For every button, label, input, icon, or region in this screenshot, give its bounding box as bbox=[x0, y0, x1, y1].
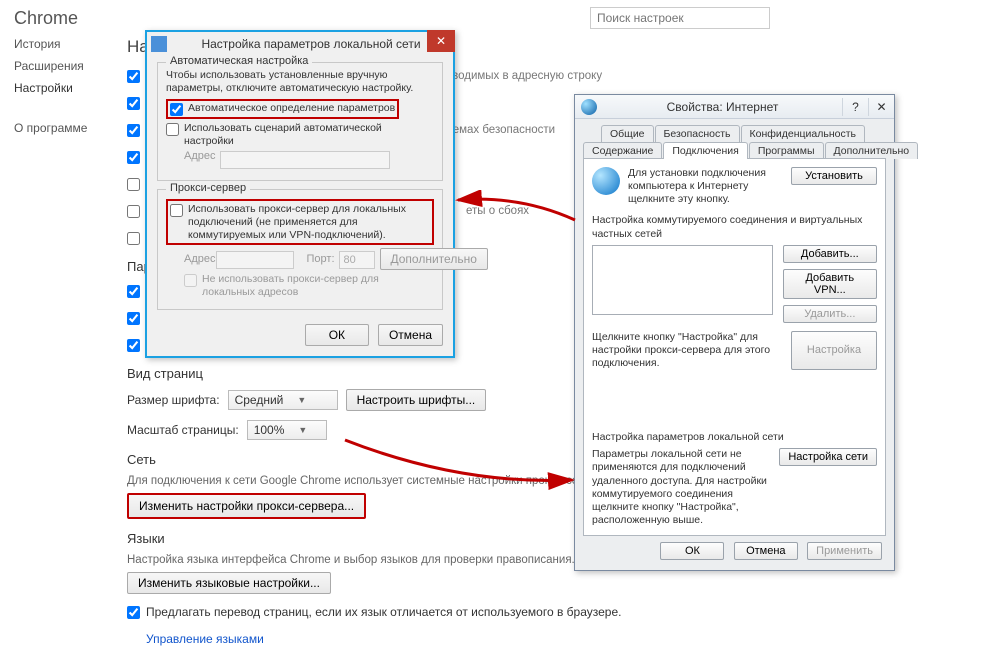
nav-extensions[interactable]: Расширения bbox=[14, 59, 109, 73]
lan-title: Настройка параметров локальной сети bbox=[173, 37, 449, 51]
port-label: Порт: bbox=[307, 253, 335, 265]
nav-settings[interactable]: Настройки bbox=[14, 81, 109, 95]
config-button: Настройка bbox=[791, 331, 877, 370]
cancel-button[interactable]: Отмена bbox=[378, 324, 443, 346]
connections-listbox[interactable] bbox=[592, 245, 773, 315]
add-vpn-button[interactable]: Добавить VPN... bbox=[783, 269, 877, 299]
dialup-label: Настройка коммутируемого соединения и ви… bbox=[592, 214, 877, 240]
chrome-nav: История Расширения Настройки О программе bbox=[14, 37, 109, 657]
cancel-button[interactable]: Отмена bbox=[734, 542, 798, 560]
proxy-addr-input bbox=[216, 251, 294, 269]
globe-icon bbox=[581, 99, 597, 115]
connections-page: Для установки подключения компьютера к И… bbox=[583, 158, 886, 536]
bypass-local-label: Не использовать прокси-сервер для локаль… bbox=[202, 273, 434, 298]
use-script-cb[interactable] bbox=[166, 123, 179, 136]
tab-general[interactable]: Общие bbox=[601, 125, 654, 142]
offer-translate-cb[interactable] bbox=[127, 606, 140, 619]
chevron-down-icon: ▼ bbox=[298, 425, 307, 435]
close-icon: ✕ bbox=[876, 100, 886, 114]
use-script-label: Использовать сценарий автоматической нас… bbox=[184, 122, 434, 147]
search-input[interactable] bbox=[590, 7, 770, 29]
zoom-select[interactable]: 100%▼ bbox=[247, 420, 327, 440]
opt-cb-2[interactable] bbox=[127, 97, 140, 110]
opt-cb-1[interactable] bbox=[127, 70, 140, 83]
tab-privacy[interactable]: Конфиденциальность bbox=[741, 125, 866, 142]
bypass-local-cb bbox=[184, 274, 197, 287]
opt-cb-4[interactable] bbox=[127, 151, 140, 164]
pw-cb-2[interactable] bbox=[127, 312, 140, 325]
network-icon bbox=[151, 36, 167, 52]
tab-security[interactable]: Безопасность bbox=[655, 125, 740, 142]
close-button[interactable]: ✕ bbox=[427, 30, 455, 52]
auto-legend: Автоматическая настройка bbox=[166, 55, 312, 67]
hint-crash: еты о сбоях bbox=[466, 205, 529, 217]
apply-button: Применить bbox=[807, 542, 882, 560]
nav-about[interactable]: О программе bbox=[14, 121, 109, 135]
proxy-port-input bbox=[339, 251, 375, 269]
lan-section-label: Настройка параметров локальной сети bbox=[592, 431, 877, 444]
lan-settings-button[interactable]: Настройка сети bbox=[779, 448, 877, 466]
tab-connections[interactable]: Подключения bbox=[663, 142, 747, 159]
help-button[interactable]: ? bbox=[842, 98, 868, 116]
addr-label: Адрес bbox=[184, 150, 220, 162]
opt-cb-7[interactable] bbox=[127, 232, 140, 245]
pw-cb-1[interactable] bbox=[127, 285, 140, 298]
manage-languages-link[interactable]: Управление языками bbox=[146, 632, 264, 646]
chrome-brand: Chrome bbox=[14, 8, 986, 29]
proxy-legend: Прокси-сервер bbox=[166, 182, 250, 194]
setup-text: Для установки подключения компьютера к И… bbox=[628, 167, 791, 206]
hint-security: лемах безопасности bbox=[446, 124, 555, 136]
script-addr-input bbox=[220, 151, 390, 169]
proxy-addr-label: Адрес bbox=[184, 253, 216, 265]
tab-programs[interactable]: Программы bbox=[749, 142, 824, 159]
remove-button: Удалить... bbox=[783, 305, 877, 323]
pw-cb-3[interactable] bbox=[127, 339, 140, 352]
font-size-select[interactable]: Средний▼ bbox=[228, 390, 338, 410]
change-lang-button[interactable]: Изменить языковые настройки... bbox=[127, 572, 331, 594]
auto-config-fieldset: Автоматическая настройка Чтобы использов… bbox=[157, 62, 443, 181]
lan-titlebar: Настройка параметров локальной сети ✕ bbox=[147, 32, 453, 56]
inet-titlebar: Свойства: Интернет ? ✕ bbox=[575, 95, 894, 119]
use-proxy-cb[interactable] bbox=[170, 204, 183, 217]
auto-detect-cb[interactable] bbox=[170, 103, 183, 116]
opt-cb-5[interactable] bbox=[127, 178, 140, 191]
globe-icon bbox=[592, 167, 620, 195]
font-label: Размер шрифта: bbox=[127, 393, 220, 407]
close-icon: ✕ bbox=[436, 34, 446, 48]
lan-dialog: Настройка параметров локальной сети ✕ Ав… bbox=[145, 30, 455, 358]
config-hint: Щелкните кнопку "Настройка" для настройк… bbox=[592, 331, 791, 370]
change-proxy-button[interactable]: Изменить настройки прокси-сервера... bbox=[127, 493, 366, 519]
setup-button[interactable]: Установить bbox=[791, 167, 877, 185]
use-proxy-label: Использовать прокси-сервер для локальных… bbox=[188, 203, 430, 241]
proxy-fieldset: Прокси-сервер Использовать прокси-сервер… bbox=[157, 189, 443, 310]
ok-button[interactable]: ОК bbox=[305, 324, 369, 346]
add-button[interactable]: Добавить... bbox=[783, 245, 877, 263]
opt-cb-3[interactable] bbox=[127, 124, 140, 137]
zoom-label: Масштаб страницы: bbox=[127, 423, 239, 437]
chevron-down-icon: ▼ bbox=[297, 395, 306, 405]
hint-addrbar: вводимых в адресную строку bbox=[446, 70, 602, 82]
inet-title: Свойства: Интернет bbox=[603, 100, 842, 114]
nav-history[interactable]: История bbox=[14, 37, 109, 51]
internet-properties-dialog: Свойства: Интернет ? ✕ Общие Безопасност… bbox=[574, 94, 895, 571]
offer-translate-label: Предлагать перевод страниц, если их язык… bbox=[146, 605, 622, 619]
customize-fonts-button[interactable]: Настроить шрифты... bbox=[346, 389, 487, 411]
lan-text: Параметры локальной сети не применяются … bbox=[592, 448, 779, 527]
opt-cb-6[interactable] bbox=[127, 205, 140, 218]
proxy-advanced-button: Дополнительно bbox=[380, 248, 488, 270]
tab-advanced[interactable]: Дополнительно bbox=[825, 142, 919, 159]
auto-detect-label: Автоматическое определение параметров bbox=[188, 102, 395, 115]
ok-button[interactable]: ОК bbox=[660, 542, 724, 560]
tab-content[interactable]: Содержание bbox=[583, 142, 662, 159]
close-button[interactable]: ✕ bbox=[868, 98, 894, 116]
auto-text: Чтобы использовать установленные вручную… bbox=[166, 69, 434, 95]
